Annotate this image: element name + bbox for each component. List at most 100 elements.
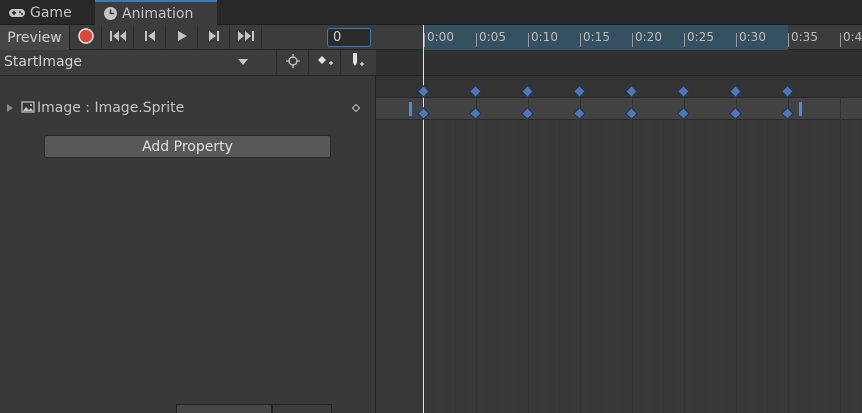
clip-dropdown[interactable]: StartImage [4,54,82,70]
grid-line-minor [507,76,508,413]
clip-selector-bar: StartImage [0,50,376,76]
grid-line-minor [549,76,550,413]
tab-game[interactable]: Game [0,0,94,25]
skip-to-end-icon [237,30,255,46]
ruler-tick-label: 0:25 [687,30,714,44]
chevron-down-icon[interactable] [238,59,248,65]
ruler-tick-label: 0:00 [427,30,454,44]
record-button[interactable] [70,25,102,50]
add-event-button[interactable] [340,50,372,76]
grid-line-minor [850,76,851,413]
grid-line [736,76,737,413]
grid-line-minor [559,76,560,413]
ruler-tick [788,33,789,47]
ruler-tick [528,33,529,47]
preview-button[interactable]: Preview [0,25,70,50]
grid-line-minor [715,76,716,413]
ruler-tick [684,33,685,47]
timeline-panel[interactable]: 0:00 0:05 0:10 0:15 0:20 0:25 0:30 0:35 0:4 [376,25,862,413]
ruler-tick [476,33,477,47]
grid-line-minor [767,76,768,413]
filter-by-selection-button[interactable] [276,50,308,76]
grid-line-minor [778,76,779,413]
property-label: Image : Image.Sprite [37,100,185,116]
curves-mode-tab[interactable] [272,404,332,413]
ruler-tick-label: 0:05 [479,30,506,44]
gamepad-icon [8,7,26,19]
ruler-tick [580,33,581,47]
ruler-tick-label: 0:10 [531,30,558,44]
grid-line-minor [590,76,591,413]
ruler-tick-label: 0:15 [583,30,610,44]
grid-line-minor [601,76,602,413]
grid-line [528,76,529,413]
step-back-icon [144,30,156,46]
ruler-tick [424,33,425,47]
clock-icon [103,6,118,21]
grid-line-minor [497,76,498,413]
grid-line-minor [705,76,706,413]
property-row[interactable]: Image : Image.Sprite [0,97,376,119]
range-end-marker[interactable] [799,102,802,116]
grid-line-minor [694,76,695,413]
ruler-tick [840,33,841,47]
ruler-tick-label: 0:4 [843,30,862,44]
play-icon [176,30,188,46]
grid-line-minor [674,76,675,413]
grid-line-minor [819,76,820,413]
grid-line-minor [570,76,571,413]
grid-line-minor [445,76,446,413]
dopesheet-mode-tab[interactable] [176,404,272,413]
add-keyframe-icon [316,54,334,72]
tab-label: Game [30,4,72,21]
grid-line-minor [518,76,519,413]
crosshair-icon [285,54,300,72]
ruler-tick-label: 0:20 [635,30,662,44]
image-icon [21,101,35,117]
grid-line [684,76,685,413]
ruler-tick-label: 0:30 [739,30,766,44]
grid-line [788,76,789,413]
grid-line-minor [757,76,758,413]
ruler-tick [736,33,737,47]
ruler-tick [632,33,633,47]
grid-line-minor [434,76,435,413]
tab-bar: Game Animation [0,0,862,25]
record-icon [77,27,94,48]
grid-line-minor [486,76,487,413]
expand-arrow-icon[interactable] [7,104,13,112]
add-event-icon [348,52,366,74]
grid-line-minor [809,76,810,413]
grid-line-minor [653,76,654,413]
grid-line-minor [746,76,747,413]
tab-animation[interactable]: Animation [95,0,217,25]
grid-line-minor [663,76,664,413]
add-property-button[interactable]: Add Property [44,135,331,158]
property-keyframe-icon[interactable] [351,103,361,113]
grid-line [840,76,841,413]
event-strip[interactable] [376,50,862,76]
frame-field[interactable]: 0 [327,28,371,47]
grid-line-minor [642,76,643,413]
grid-line-minor [466,76,467,413]
playback-toolbar: Preview 0 [0,25,376,50]
tab-label: Animation [122,5,194,22]
range-start-marker[interactable] [409,102,412,116]
grid-line [580,76,581,413]
play-button[interactable] [166,25,198,50]
previous-keyframe-button[interactable] [134,25,166,50]
add-keyframe-button[interactable] [308,50,340,76]
skip-to-start-icon [109,30,127,46]
property-panel: Preview 0 StartImage Image: Image.Sprit… [0,25,376,413]
step-forward-icon [208,30,220,46]
grid-line-minor [830,76,831,413]
grid-line [476,76,477,413]
first-keyframe-button[interactable] [102,25,134,50]
ruler-tick-label: 0:35 [791,30,818,44]
last-keyframe-button[interactable] [230,25,262,50]
grid-line-minor [538,76,539,413]
time-ruler[interactable]: 0:00 0:05 0:10 0:15 0:20 0:25 0:30 0:35 0:4 [376,25,862,50]
grid-line-minor [611,76,612,413]
next-keyframe-button[interactable] [198,25,230,50]
grid-line [632,76,633,413]
